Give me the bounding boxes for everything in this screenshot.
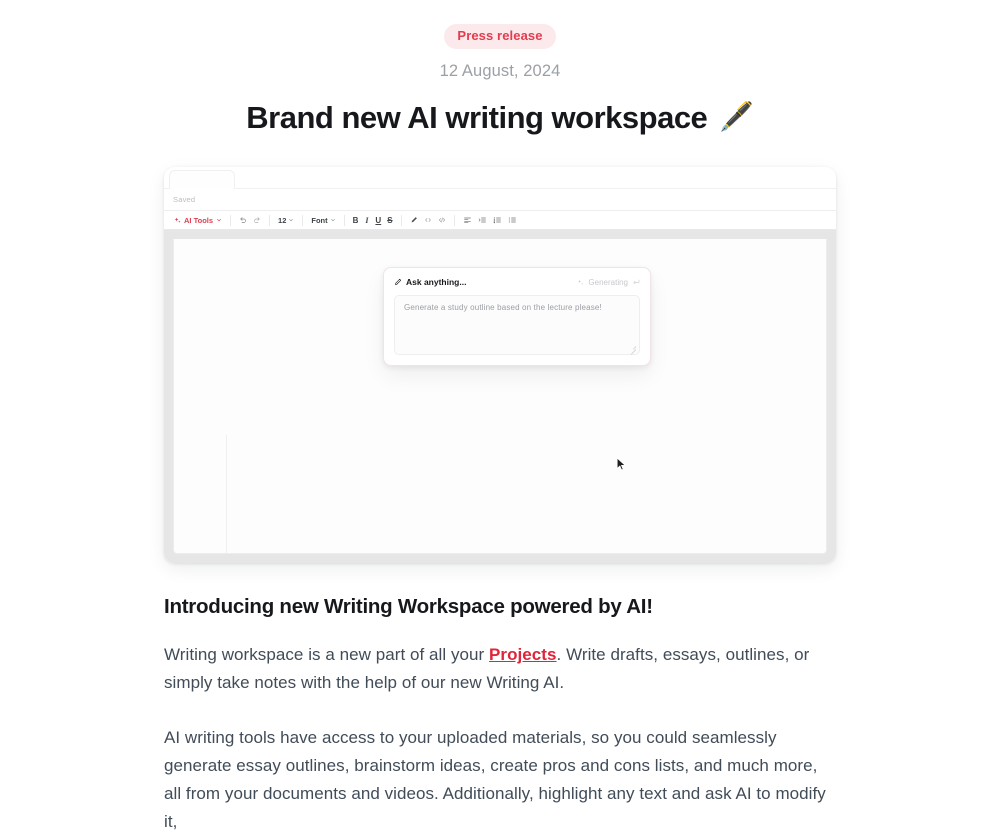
toolbar-separator <box>230 214 232 226</box>
mouse-cursor-icon <box>616 457 627 471</box>
ai-generating-label: Generating <box>588 277 628 287</box>
page-title-text: Brand new AI writing workspace <box>246 99 708 135</box>
bullet-list-icon <box>508 217 516 223</box>
undo-button[interactable] <box>236 214 250 227</box>
inline-code-button[interactable] <box>421 214 435 227</box>
document-page[interactable]: Ask anything... Generating Generate a st… <box>173 239 827 554</box>
highlight-button[interactable] <box>407 214 421 227</box>
toolbar-separator <box>400 214 402 226</box>
toolbar-separator <box>269 214 271 226</box>
bullet-list-button[interactable] <box>505 214 520 227</box>
ai-panel-title-group: Ask anything... <box>394 277 466 287</box>
section-heading: Introducing new Writing Workspace powere… <box>164 595 653 618</box>
list-indent-button[interactable] <box>475 214 490 227</box>
saved-status-label: Saved <box>173 195 196 204</box>
paragraph-1-part-1: Writing workspace is a new part of all y… <box>164 644 490 664</box>
ai-generating-status: Generating <box>577 278 640 287</box>
strikethrough-button[interactable]: S <box>384 214 395 227</box>
projects-link[interactable]: Projects <box>489 645 557 664</box>
fountain-pen-icon: 🖋️ <box>719 101 754 133</box>
align-left-icon <box>463 217 471 223</box>
ordered-list-button[interactable] <box>490 214 505 227</box>
toolbar-separator <box>302 214 304 226</box>
align-left-button[interactable] <box>460 214 475 227</box>
italic-button[interactable]: I <box>361 214 372 227</box>
font-size-value: 12 <box>278 215 287 225</box>
editor-canvas: Ask anything... Generating Generate a st… <box>164 239 836 563</box>
editor-tab[interactable] <box>169 170 235 189</box>
pencil-icon <box>395 278 402 285</box>
font-family-label: Font <box>311 215 328 225</box>
ai-prompt-value: Generate a study outline based on the le… <box>404 303 602 312</box>
ai-prompt-input[interactable]: Generate a study outline based on the le… <box>394 295 640 355</box>
press-release-page: Press release 12 August, 2024 Brand new … <box>0 0 1000 831</box>
toolbar-separator <box>453 214 455 226</box>
editor-gutter <box>164 230 836 239</box>
ai-tools-label: AI Tools <box>184 215 214 225</box>
undo-icon <box>240 217 246 223</box>
font-size-select[interactable]: 12 <box>275 214 297 227</box>
ai-panel-header: Ask anything... Generating <box>394 277 640 287</box>
page-title: Brand new AI writing workspace 🖋️ <box>0 99 1000 136</box>
hero-screenshot: Saved AI Tools 12 Font B I U S Ask anyth… <box>164 167 836 563</box>
sparkle-icon <box>174 216 181 223</box>
chevron-down-icon <box>289 219 294 222</box>
inline-code-icon <box>424 218 431 222</box>
ai-ask-panel: Ask anything... Generating Generate a st… <box>383 267 651 366</box>
publish-date: 12 August, 2024 <box>439 61 561 80</box>
status-badge: Press release <box>444 24 556 49</box>
article-header: Press release 12 August, 2024 Brand new … <box>0 0 1000 136</box>
chevron-down-icon <box>217 219 221 222</box>
toolbar-separator <box>343 214 345 226</box>
textarea-resize-handle[interactable] <box>629 344 637 355</box>
editor-status-bar: Saved <box>164 189 836 211</box>
bold-button[interactable]: B <box>350 214 362 227</box>
font-family-select[interactable]: Font <box>308 214 338 227</box>
chevron-down-icon <box>330 219 335 222</box>
redo-button[interactable] <box>250 214 264 227</box>
highlighter-icon <box>411 217 417 223</box>
code-block-button[interactable] <box>435 214 449 227</box>
ordered-list-icon <box>492 217 501 224</box>
editor-toolbar: AI Tools 12 Font B I U S <box>164 211 836 230</box>
page-guide-line <box>226 435 227 553</box>
paragraph-2: AI writing tools have access to your upl… <box>164 727 826 831</box>
paragraph-1: Writing workspace is a new part of all y… <box>164 641 838 697</box>
underline-button[interactable]: U <box>372 214 384 227</box>
enter-key-icon <box>633 279 640 284</box>
code-block-icon <box>438 217 445 223</box>
redo-icon <box>254 217 260 223</box>
editor-tab-strip <box>164 167 836 189</box>
sparkle-icon <box>578 279 584 285</box>
list-indent-icon <box>478 217 486 223</box>
ai-tools-button[interactable]: AI Tools <box>171 215 225 226</box>
ai-panel-title: Ask anything... <box>406 277 467 287</box>
